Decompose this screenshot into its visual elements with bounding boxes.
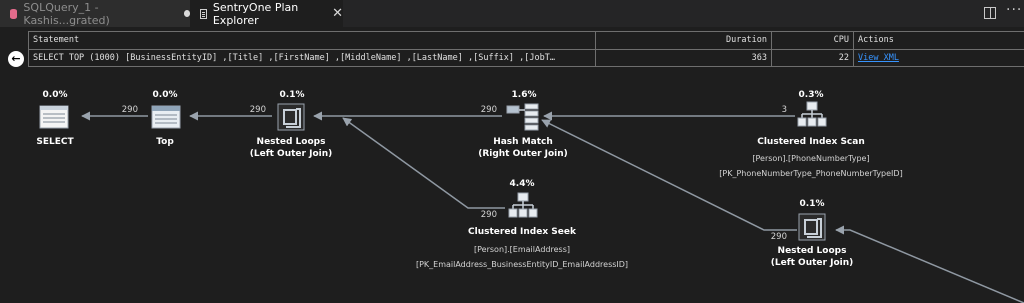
row-count-label: 290 [770, 232, 787, 242]
nested-loops-icon[interactable] [277, 103, 305, 131]
hash-match-icon[interactable] [506, 102, 540, 132]
view-xml-link[interactable]: View XML [858, 53, 899, 63]
edge-seek-to-nl1 [342, 117, 505, 209]
header-statement[interactable]: Statement [29, 32, 596, 49]
nested-loops-1-label-line2: (Left Outer Join) [249, 149, 333, 159]
nested-loops-2-label: Nested Loops (Left Outer Join) [732, 245, 892, 269]
editor-tab-bar: SQLQuery_1 - Kashis...grated) SentryOne … [0, 0, 1024, 27]
document-icon [200, 8, 207, 19]
index-scan-index: [PK_PhoneNumberType_PhoneNumberTypeID] [719, 169, 903, 178]
hash-match-label-line1: Hash Match [493, 137, 553, 147]
grid-header-row: Statement Duration CPU Actions [29, 32, 1024, 49]
nested-loops-2-label-line2: (Left Outer Join) [770, 258, 854, 268]
index-scan-label: Clustered Index Scan [757, 137, 865, 147]
select-icon[interactable] [39, 105, 69, 129]
back-button[interactable]: ← [8, 51, 24, 67]
nested-loops-2-cost: 0.1% [799, 199, 825, 209]
tab-sqlquery-label: SQLQuery_1 - Kashis...grated) [23, 0, 110, 27]
row-count-label: 290 [480, 210, 497, 220]
top-cost: 0.0% [152, 90, 178, 100]
execution-plan-diagram: 0.0% SELECT 290 0.0% Top 290 0.1% Nested… [0, 70, 1024, 303]
split-editor-icon[interactable] [984, 7, 996, 19]
tab-plan-explorer-label: SentryOne Plan Explorer [212, 0, 299, 27]
close-tab-icon[interactable]: ✕ [332, 6, 343, 21]
row-count-label: 3 [781, 105, 787, 115]
arrow-left-icon: ← [11, 52, 21, 65]
row-count-label: 290 [480, 105, 497, 115]
nested-loops-1-cost: 0.1% [279, 90, 305, 100]
tab-plan-explorer[interactable]: SentryOne Plan Explorer ✕ [190, 0, 343, 27]
index-scan-cost: 0.3% [798, 90, 824, 100]
nested-loops-1-label-line1: Nested Loops [256, 137, 326, 147]
clustered-index-scan-icon[interactable] [797, 101, 827, 131]
row-count-label: 290 [121, 105, 138, 115]
hash-match-label: Hash Match (Right Outer Join) [443, 136, 603, 160]
index-seek-label: Clustered Index Seek [468, 227, 576, 237]
database-icon [10, 8, 18, 19]
index-seek-index: [PK_EmailAddress_BusinessEntityID_EmailA… [415, 260, 629, 269]
more-actions-icon[interactable]: ··· [1006, 2, 1022, 18]
cell-duration: 363 [596, 50, 772, 67]
cell-actions: View XML [854, 50, 1024, 67]
clustered-index-seek-icon[interactable] [508, 192, 538, 222]
row-count-label: 290 [249, 105, 266, 115]
header-duration[interactable]: Duration [596, 32, 772, 49]
statements-grid: Statement Duration CPU Actions SELECT TO… [28, 31, 1024, 67]
header-cpu[interactable]: CPU [772, 32, 854, 49]
top-icon[interactable] [151, 105, 181, 129]
nested-loops-icon[interactable] [798, 213, 826, 241]
header-actions[interactable]: Actions [854, 32, 1024, 49]
tab-sqlquery[interactable]: SQLQuery_1 - Kashis...grated) [0, 0, 190, 27]
nested-loops-1-label: Nested Loops (Left Outer Join) [211, 136, 371, 160]
cell-cpu: 22 [772, 50, 854, 67]
nested-loops-2-label-line1: Nested Loops [777, 246, 847, 256]
hash-match-cost: 1.6% [511, 90, 537, 100]
index-seek-table: [Person].[EmailAddress] [474, 245, 570, 254]
select-cost: 0.0% [42, 90, 68, 100]
cell-statement: SELECT TOP (1000) [BusinessEntityID] ,[T… [29, 50, 596, 67]
table-row[interactable]: SELECT TOP (1000) [BusinessEntityID] ,[T… [29, 49, 1024, 67]
hash-match-label-line2: (Right Outer Join) [478, 149, 568, 159]
index-scan-table: [Person].[PhoneNumberType] [752, 154, 870, 163]
index-seek-cost: 4.4% [509, 179, 535, 189]
